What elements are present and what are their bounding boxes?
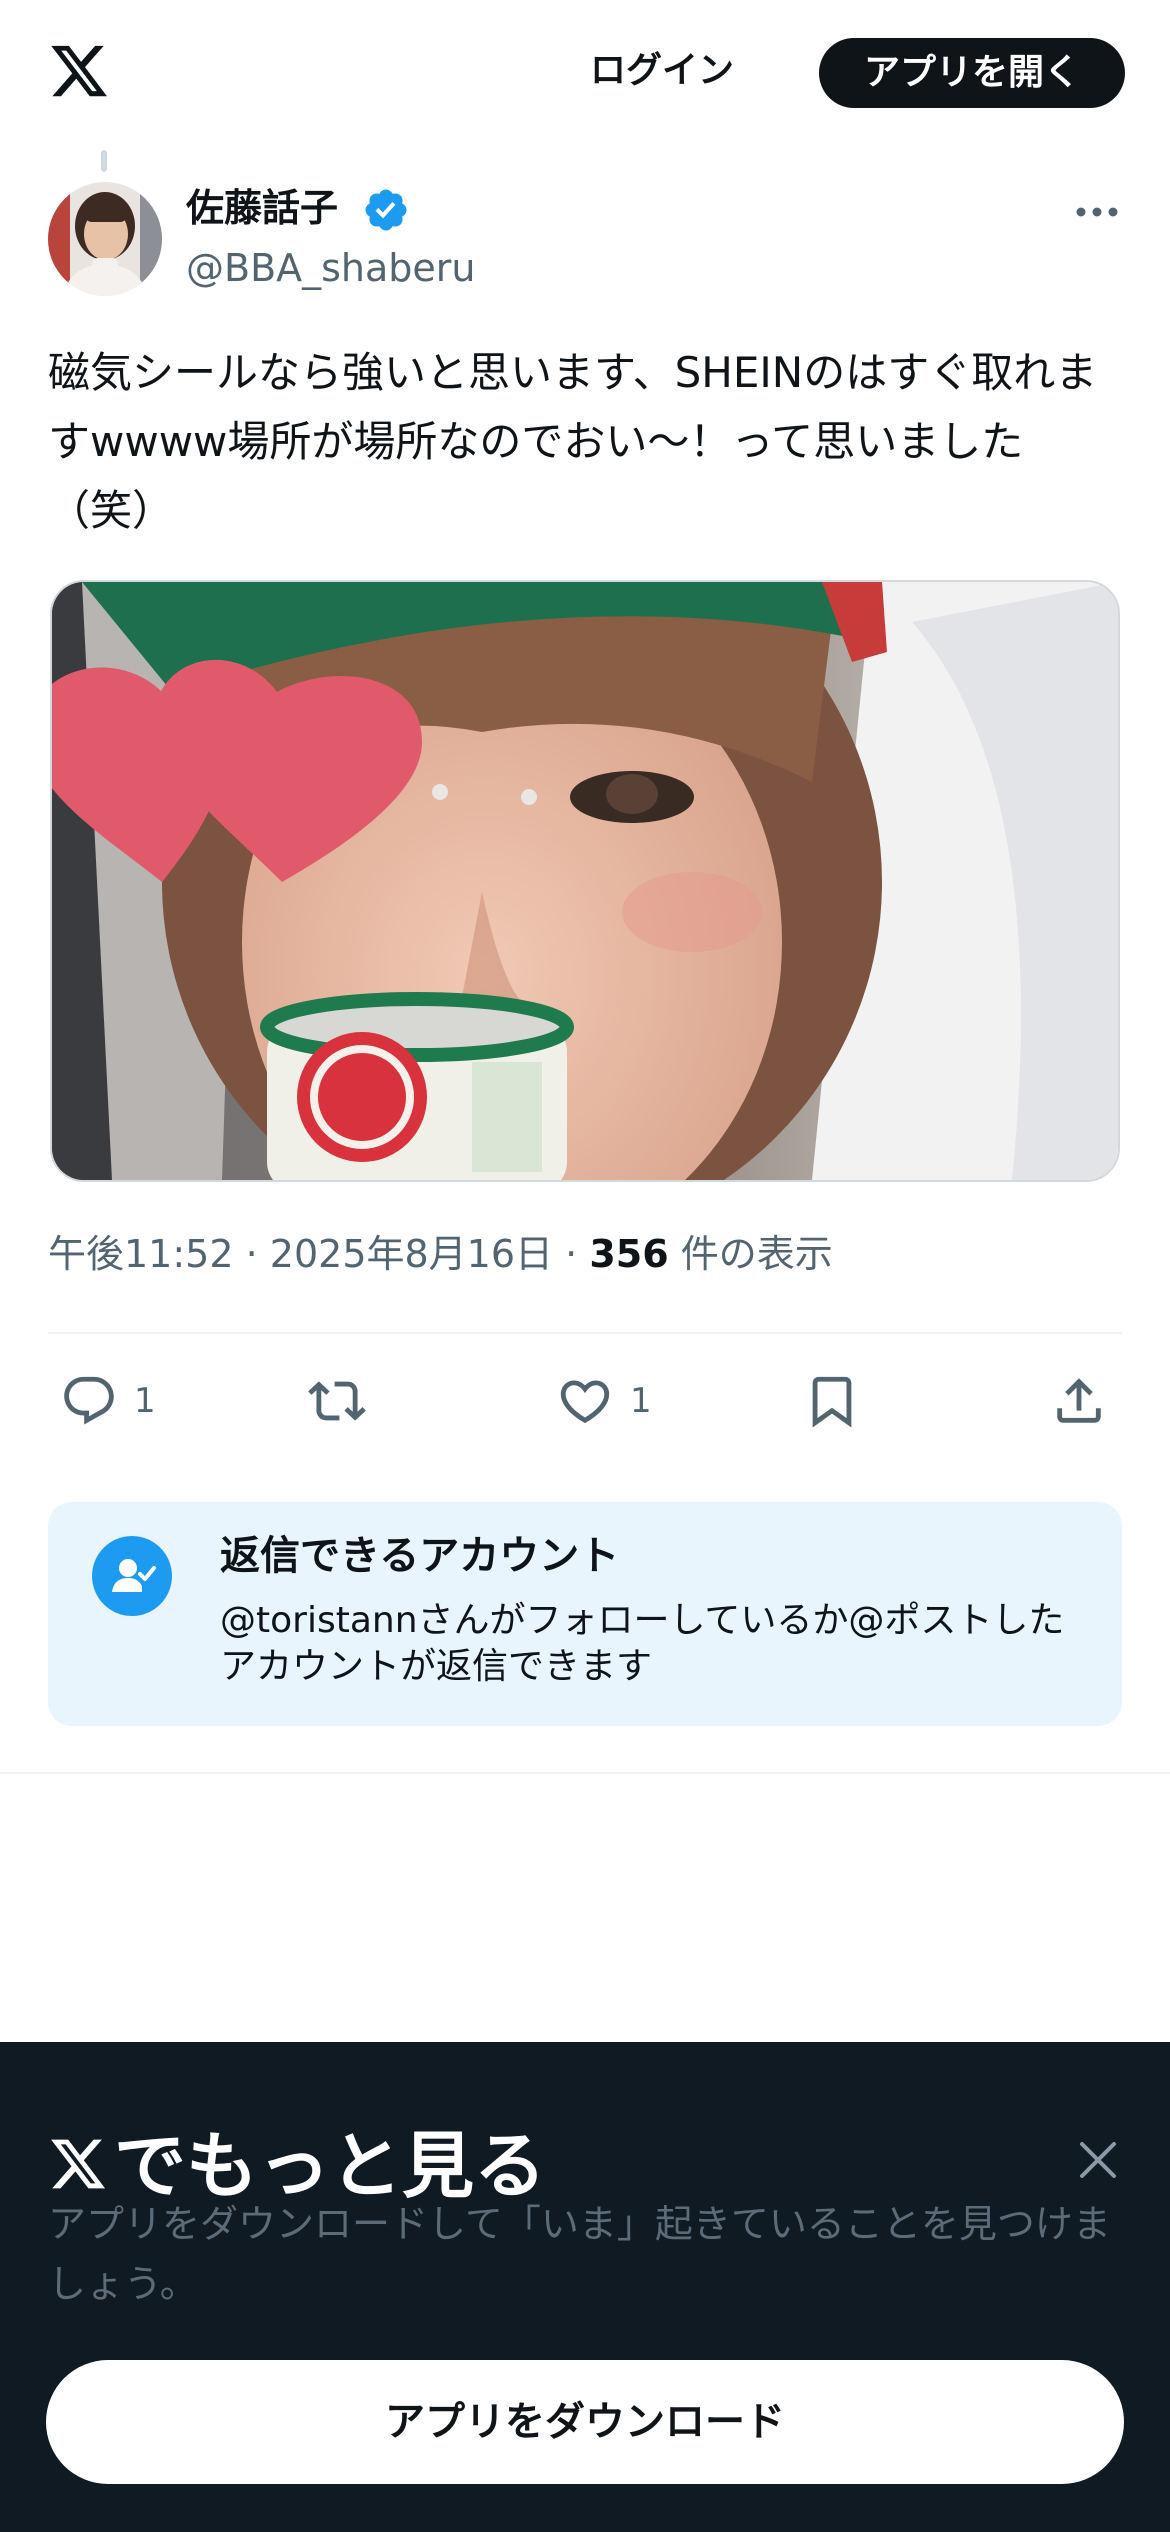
x-logo-icon [51,2139,106,2189]
meta-separator: · [565,1232,578,1276]
divider [48,1332,1122,1334]
author-name[interactable]: 佐藤話子 [186,182,338,234]
thread-connector-line [101,150,107,172]
meta-separator: · [245,1232,258,1276]
views-label: 件の表示 [680,1232,833,1276]
people-check-icon [92,1536,172,1616]
app-promo-sheet: でもっと見る アプリをダウンロードして「いま」起きていることを見つけましょう。 … [0,2042,1170,2532]
reply-count: 1 [134,1381,156,1421]
author-handle[interactable]: @BBA_shaberu [186,244,476,292]
reply-icon [64,1376,114,1425]
share-icon [1057,1378,1101,1423]
divider [0,1772,1170,1774]
sheet-description: アプリをダウンロードして「いま」起きていることを見つけましょう。 [48,2202,1111,2306]
repost-icon [308,1381,366,1421]
open-app-button[interactable]: アプリを開く [819,38,1125,108]
verified-badge-icon [365,189,407,231]
download-app-button[interactable]: アプリをダウンロード [46,2360,1124,2484]
top-bar: ログイン アプリを開く [0,0,1170,140]
share-button[interactable] [1050,1370,1108,1432]
post-text: 磁気シールなら強いと思います、SHEINのはすぐ取れますwwww場所が場所なので… [48,348,1098,535]
views-count: 356 [589,1232,669,1276]
more-options-icon[interactable] [1072,190,1122,234]
author-avatar[interactable] [48,182,162,296]
repost-button[interactable] [308,1370,366,1432]
close-icon[interactable] [1076,2138,1120,2182]
post-meta: 午後11:52 · 2025年8月16日 · 356 件の表示 [48,1226,833,1282]
reply-restriction-title: 返信できるアカウント [220,1533,620,1579]
reply-restriction-description: @toristannさんがフォローしているか@ポストしたアカウントが返信できます [220,1600,1065,1687]
like-count: 1 [630,1381,652,1421]
heart-icon [560,1380,610,1424]
bookmark-icon [812,1376,852,1428]
bookmark-button[interactable] [803,1370,861,1432]
like-button[interactable]: 1 [556,1370,652,1432]
reply-restriction-card: 返信できるアカウント @toristannさんがフォローしているか@ポストしたア… [48,1502,1122,1726]
login-link[interactable]: ログイン [590,40,734,102]
reply-button[interactable]: 1 [60,1370,156,1432]
post-date[interactable]: 2025年8月16日 [270,1232,553,1276]
x-logo-icon[interactable] [48,40,110,102]
post-time[interactable]: 午後11:52 [48,1232,234,1276]
photo-illustration [52,582,1118,1180]
post-media-image[interactable] [50,580,1120,1182]
